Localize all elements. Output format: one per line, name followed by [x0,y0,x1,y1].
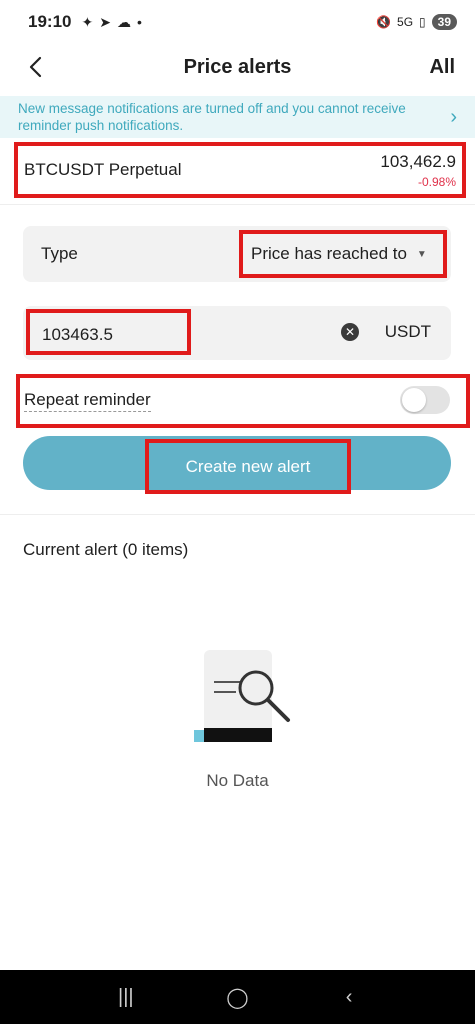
cloud-icon: ☁ [116,13,131,30]
status-bar: 19:10 ✦ ➤ ☁ • 🔇 5G ▯ 39 [0,0,475,44]
home-icon[interactable]: ◯ [217,985,257,1010]
telegram-icon: ➤ [99,13,111,30]
header: Price alerts All [0,44,475,90]
repeat-reminder-label: Repeat reminder [24,390,151,412]
battery-indicator: 39 [431,14,457,30]
price-input-wrapper [26,309,192,357]
repeat-reminder-toggle[interactable] [400,386,450,414]
divider [0,204,475,205]
network-icon: 5G [397,15,414,29]
caret-down-icon: ▼ [416,248,427,260]
type-row: Type Price has reached to ▼ [23,226,451,282]
price-field: ✕ USDT [23,306,451,360]
repeat-reminder-row: Repeat reminder [16,374,470,428]
notice-text: New message notifications are turned off… [18,101,406,133]
no-data-text: No Data [206,771,269,790]
pair-name: BTCUSDT Perpetual [24,160,182,179]
type-dropdown[interactable]: Price has reached to ▼ [239,230,447,278]
all-button[interactable]: All [429,56,455,79]
toggle-knob [402,388,426,412]
chevron-right-icon: › [450,105,457,128]
pair-change: -0.98% [417,174,456,189]
unit-label: USDT [384,322,431,341]
notification-notice[interactable]: New message notifications are turned off… [0,96,475,138]
recent-apps-icon[interactable]: ||| [106,986,146,1009]
create-alert-label: Create new alert [185,456,311,476]
type-label: Type [41,244,78,263]
notification-icons: ✦ ➤ ☁ • [81,14,141,31]
empty-document-search-icon [194,650,290,742]
clear-icon[interactable]: ✕ [341,323,359,341]
create-alert-label-box: Create new alert [145,439,351,494]
status-time: 19:10 [28,12,72,31]
dot-icon: • [136,14,142,30]
status-right: 🔇 5G ▯ 39 [376,14,457,30]
mute-icon: 🔇 [376,15,392,29]
current-alerts-title: Current alert (0 items) [23,540,189,559]
page-title: Price alerts [183,56,292,78]
trading-pair-row[interactable]: BTCUSDT Perpetual 103,462.9 -0.98% [14,142,466,198]
pair-price: 103,462.9 [380,151,456,171]
type-value: Price has reached to [251,244,407,263]
back-nav-icon[interactable]: ‹ [329,986,369,1009]
divider [0,514,475,515]
pair-price-block: 103,462.9 -0.98% [380,152,456,189]
bird-icon: ✦ [81,13,94,30]
system-nav-bar: ||| ◯ ‹ [0,970,475,1024]
price-input[interactable] [30,313,192,357]
signal-icon: ▯ [419,15,426,29]
create-alert-button[interactable]: Create new alert [23,436,451,494]
